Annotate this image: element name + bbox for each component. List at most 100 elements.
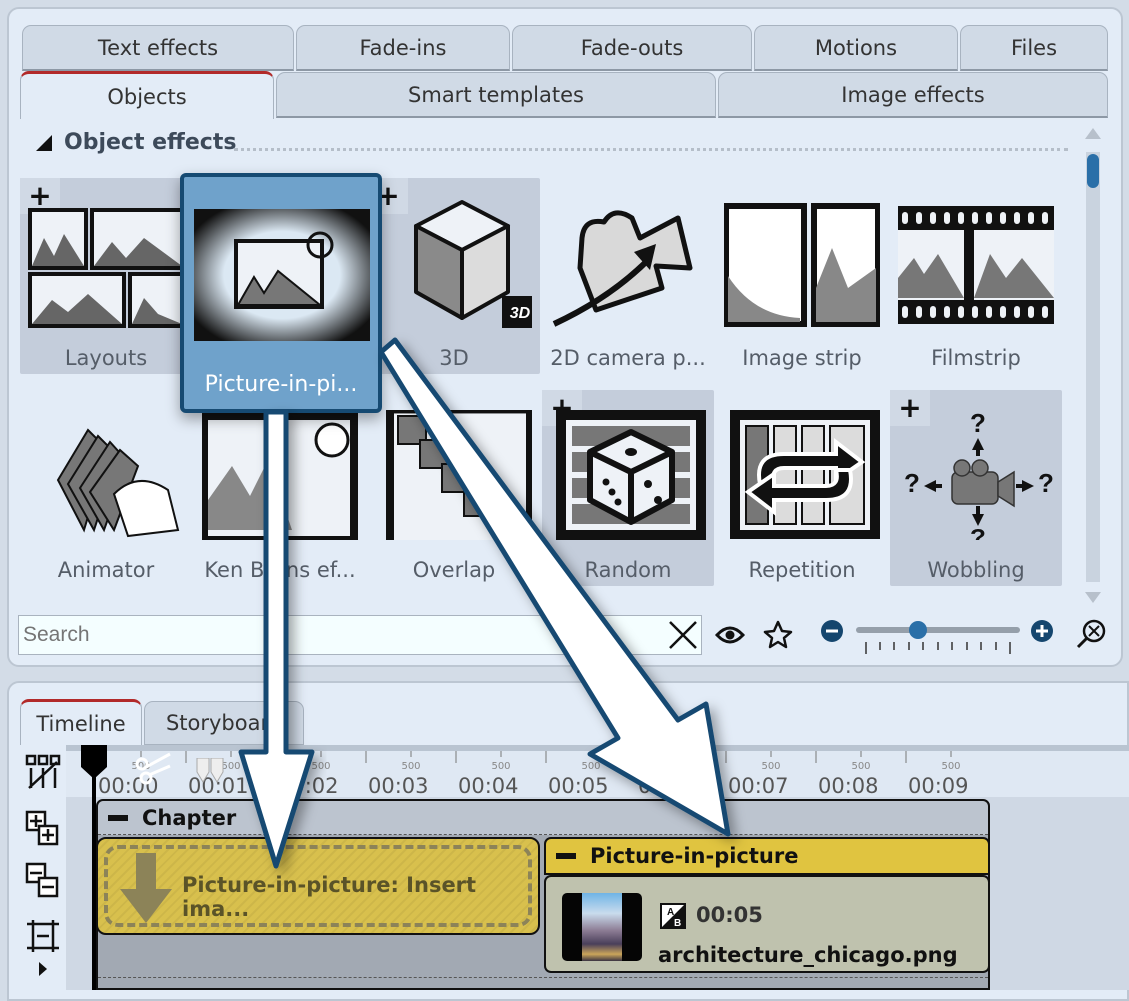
repetition-icon <box>730 410 880 539</box>
image-clip[interactable]: AB 00:05 architecture_chicago.png <box>544 875 990 973</box>
tab-image-effects[interactable]: Image effects <box>718 72 1108 118</box>
ruler-sub-label: 500 <box>311 761 330 772</box>
preview-button[interactable] <box>712 617 748 653</box>
search-input[interactable] <box>18 615 702 655</box>
2d-camera-pan-icon <box>552 210 693 327</box>
ruler-time-label: 00:09 <box>908 774 969 797</box>
tile-label: Image strip <box>742 346 862 370</box>
tile-label: Random <box>584 558 672 582</box>
effect-tile-filmstrip[interactable]: Filmstrip <box>890 178 1062 374</box>
ruler-time-label: 00:03 <box>368 774 429 797</box>
ken-burns-icon <box>202 412 358 540</box>
pip-placeholder-drop-zone[interactable]: Picture-in-picture: Insert ima... <box>96 837 540 935</box>
plus-circle-icon <box>1031 620 1053 642</box>
ruler-time-label: 00:04 <box>458 774 519 797</box>
scroll-down-arrow-icon[interactable] <box>1085 592 1101 603</box>
section-title-label: Object effects <box>64 130 237 155</box>
svg-text:?: ? <box>970 410 986 438</box>
expand-toolbar-button[interactable] <box>22 957 64 981</box>
tab-smart-templates[interactable]: Smart templates <box>276 72 716 118</box>
tile-label: 3D <box>439 346 469 370</box>
svg-text:A: A <box>667 907 674 918</box>
collapse-icon[interactable] <box>108 814 128 821</box>
effect-tile-overlap[interactable]: Overlap <box>368 390 540 586</box>
add-track-button[interactable] <box>22 807 64 849</box>
fit-width-icon <box>27 920 59 952</box>
tab-timeline[interactable]: Timeline <box>20 699 142 745</box>
tab-fade-ins[interactable]: Fade-ins <box>296 25 510 71</box>
ruler-sub-label: 500 <box>941 761 960 772</box>
clear-search-button[interactable] <box>664 616 702 654</box>
vertical-scrollbar[interactable] <box>1086 152 1100 582</box>
ruler-sub-label: 500 <box>581 761 600 772</box>
tab-fade-outs[interactable]: Fade-outs <box>512 25 752 71</box>
caret-right-icon <box>39 962 47 976</box>
tile-label: Filmstrip <box>931 346 1021 370</box>
remove-track-icon <box>25 862 59 898</box>
tab-text-effects[interactable]: Text effects <box>22 25 294 71</box>
ruler-sub-label: 500 <box>671 761 690 772</box>
collapse-icon[interactable] <box>556 853 576 859</box>
tile-label: Overlap <box>412 558 496 582</box>
section-object-effects[interactable]: Object effects <box>36 130 236 155</box>
image-strip-icon <box>724 203 880 327</box>
picture-in-picture-icon <box>194 209 370 341</box>
tile-label: Wobbling <box>927 558 1025 582</box>
zoom-in-button[interactable] <box>1030 619 1054 643</box>
collapse-triangle-icon[interactable] <box>36 134 52 151</box>
track-divider <box>98 977 988 978</box>
wobbling-camera-icon: ???? <box>904 410 1054 540</box>
split-tracks-button[interactable] <box>22 751 64 793</box>
scrollbar-thumb[interactable] <box>1087 154 1099 188</box>
effect-tile-picture-in-picture[interactable]: Picture-in-pi... <box>180 173 382 413</box>
clip-thumbnail <box>562 893 642 961</box>
marker-icon[interactable] <box>196 758 226 784</box>
tile-label: Repetition <box>748 558 856 582</box>
zoom-out-button[interactable] <box>820 619 844 643</box>
slider-ticks <box>865 642 1011 654</box>
tile-label: Animator <box>57 558 155 582</box>
effect-tile-2d-camera-pan[interactable]: 2D camera p... <box>542 178 714 374</box>
pip-group-header[interactable]: Picture-in-picture <box>544 837 990 875</box>
fit-timeline-button[interactable] <box>22 915 64 957</box>
effect-tile-image-strip[interactable]: Image strip <box>716 178 888 374</box>
effect-tile-wobbling[interactable]: + ???? Wobbling <box>890 390 1062 586</box>
filmstrip-icon <box>898 206 1054 324</box>
ruler-sub-label: 500 <box>851 761 870 772</box>
effect-tile-3d[interactable]: + 3D 3D <box>368 178 540 374</box>
tab-motions[interactable]: Motions <box>754 25 958 71</box>
tile-label: Layouts <box>64 346 148 370</box>
chapter-title: Chapter <box>142 805 237 830</box>
scissors-icon[interactable] <box>134 752 174 788</box>
tab-files[interactable]: Files <box>960 25 1108 71</box>
effect-tile-animator[interactable]: Animator <box>20 390 192 586</box>
tile-label: 2D camera p... <box>550 346 706 370</box>
effect-tile-ken-burns[interactable]: Ken Burns ef... <box>194 390 366 586</box>
ruler-time-label: 00:08 <box>818 774 879 797</box>
svg-text:?: ? <box>904 468 920 498</box>
placeholder-text: Picture-in-picture: Insert ima... <box>182 873 477 921</box>
tab-objects[interactable]: Objects <box>20 71 274 119</box>
tile-label: Picture-in-pi... <box>204 372 358 397</box>
layouts-icon <box>28 208 184 328</box>
ruler-sub-label: 500 <box>761 761 780 772</box>
svg-text:B: B <box>674 918 681 929</box>
transition-ab-icon[interactable]: AB <box>660 903 686 929</box>
zoom-slider-track[interactable] <box>856 627 1020 633</box>
scroll-up-arrow-icon[interactable] <box>1085 128 1101 139</box>
animator-icon <box>56 428 180 538</box>
favorites-button[interactable] <box>760 617 796 653</box>
chapter-header[interactable]: Chapter <box>98 801 988 835</box>
fit-zoom-button[interactable] <box>1074 617 1108 651</box>
svg-text:?: ? <box>1038 468 1054 498</box>
tab-storyboard[interactable]: Storyboard <box>144 701 304 745</box>
effect-tile-layouts[interactable]: + Layouts <box>20 178 192 374</box>
ruler-time-label: 00:07 <box>728 774 789 797</box>
star-icon <box>763 620 793 649</box>
effect-tile-random[interactable]: + Random <box>542 390 714 586</box>
playhead[interactable] <box>79 745 109 990</box>
ruler-time-label: 00:05 <box>548 774 609 797</box>
effect-tile-repetition[interactable]: Repetition <box>716 390 888 586</box>
split-tracks-icon <box>25 754 61 789</box>
remove-track-button[interactable] <box>22 859 64 901</box>
